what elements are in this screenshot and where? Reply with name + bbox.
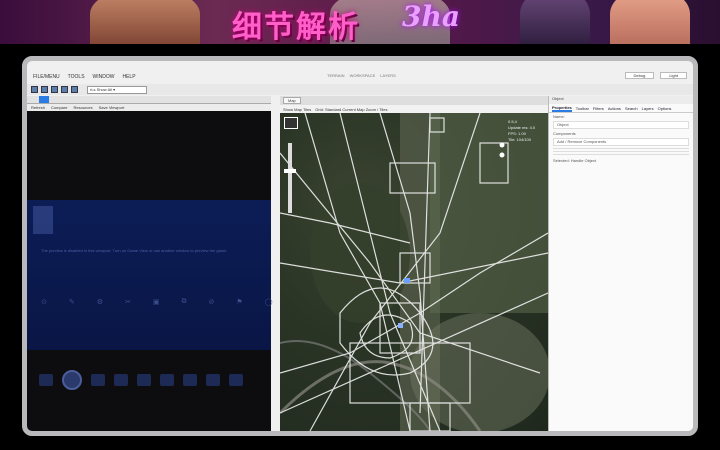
map-panel: Map Show Map Tiles Grid: Standard Curren… xyxy=(280,96,548,431)
tab-filters[interactable]: Filters xyxy=(593,106,604,111)
tab-search[interactable]: Search xyxy=(625,106,638,111)
taskbar-icon[interactable] xyxy=(183,374,197,386)
map-tab[interactable]: Map xyxy=(283,97,301,104)
map-info-readout: 0.5,4 Update ms: 4.0 FPS: 1.00 Tile: 104… xyxy=(508,119,535,143)
menu-tools[interactable]: TOOLS xyxy=(68,74,85,80)
compare-button[interactable]: Compare xyxy=(51,105,67,110)
menu-terrain[interactable]: TERRAIN xyxy=(327,73,345,78)
debug-button[interactable]: Debug xyxy=(624,72,655,79)
menu-workspace[interactable]: WORKSPACE xyxy=(350,73,376,78)
zoom-slider-knob[interactable] xyxy=(284,169,296,173)
viewport-tabbar xyxy=(27,96,271,104)
new-icon[interactable] xyxy=(31,86,38,93)
map-toolbox xyxy=(284,117,302,213)
map-options-bar: Show Map Tiles Grid: Standard Current Ma… xyxy=(280,105,548,113)
light-button[interactable]: Light xyxy=(660,72,687,79)
taskbar-icon[interactable] xyxy=(206,374,220,386)
pencil-icon[interactable]: ✎ xyxy=(69,298,75,306)
banner-title: 细节解析 xyxy=(232,10,360,44)
selected-object-label: Selected: Handle Object xyxy=(553,158,597,163)
character-figure xyxy=(520,0,590,44)
taskbar-icon[interactable] xyxy=(137,374,151,386)
name-label: Name: xyxy=(553,114,565,119)
grid-option[interactable]: Grid: Standard Current Map Zoom / Tiles xyxy=(315,107,387,112)
properties-panel: Object Properties Toolbar Filters Action… xyxy=(548,96,693,431)
resources-button[interactable]: Resources xyxy=(73,105,92,110)
gear-icon[interactable]: ⚙ xyxy=(97,298,103,306)
redo-icon[interactable] xyxy=(71,86,78,93)
editor-window: FILE/MENU TOOLS WINDOW HELP TERRAIN WORK… xyxy=(22,56,698,436)
overlay-icon-row: ⊙ ✎ ⚙ ✂ ▣ ⧉ ⊘ ⚑ ◯ xyxy=(41,298,273,306)
banner-logo-script: 3ha xyxy=(402,0,460,33)
viewport-taskbar xyxy=(27,366,271,394)
undo-icon[interactable] xyxy=(61,86,68,93)
taskbar-icon[interactable] xyxy=(114,374,128,386)
character-figure xyxy=(90,0,200,44)
taskbar-icon[interactable] xyxy=(160,374,174,386)
browser-icon[interactable] xyxy=(62,370,82,390)
menu-bar: FILE/MENU TOOLS WINDOW HELP TERRAIN WORK… xyxy=(27,71,693,83)
taskbar-icon[interactable] xyxy=(229,374,243,386)
taskbar-icon[interactable] xyxy=(39,374,53,386)
add-remove-components-button[interactable]: Add / Remove Components xyxy=(553,138,689,146)
divider xyxy=(553,151,689,152)
name-field[interactable]: Object xyxy=(553,121,689,129)
save-icon[interactable] xyxy=(51,86,58,93)
zoom-slider[interactable] xyxy=(288,143,292,213)
preview-disabled-overlay: The preview is disabled in this viewport… xyxy=(27,200,273,350)
copy-icon[interactable]: ⧉ xyxy=(182,298,187,306)
taskbar-icon[interactable] xyxy=(91,374,105,386)
game-viewport-panel: Refresh Compare Resources Save Viewport … xyxy=(27,96,273,431)
save-viewport-checkbox[interactable]: Save Viewport xyxy=(99,105,125,110)
overlay-message: The preview is disabled in this viewport… xyxy=(41,248,228,253)
menu-help[interactable]: HELP xyxy=(122,74,135,80)
frame-icon[interactable]: ▣ xyxy=(153,298,160,306)
menu-layers[interactable]: LAYERS xyxy=(380,73,396,78)
refresh-button[interactable]: Refresh xyxy=(31,105,45,110)
viewport-tab-active[interactable] xyxy=(39,96,49,103)
open-icon[interactable] xyxy=(41,86,48,93)
info-line: Tile: 104/100 xyxy=(508,137,531,142)
menu-file[interactable]: FILE/MENU xyxy=(33,74,60,80)
toolbar: rLs Show All ▾ xyxy=(27,84,693,95)
properties-tabs: Properties Toolbar Filters Actions Searc… xyxy=(549,104,693,113)
view-select[interactable]: rLs Show All ▾ xyxy=(87,85,147,94)
map-header: Map xyxy=(280,96,548,105)
scissors-icon[interactable]: ✂ xyxy=(125,298,131,306)
circle-icon[interactable]: ◯ xyxy=(265,298,273,306)
tab-layers[interactable]: Layers xyxy=(642,106,654,111)
divider xyxy=(553,154,689,155)
tab-actions[interactable]: Actions xyxy=(608,106,621,111)
show-tiles-checkbox[interactable]: Show Map Tiles xyxy=(283,107,311,112)
tab-toolbar[interactable]: Toolbar xyxy=(576,106,589,111)
overlay-thumbnail xyxy=(33,206,53,234)
block-icon[interactable]: ⊘ xyxy=(209,298,215,306)
flag-icon[interactable]: ⚑ xyxy=(236,298,242,306)
viewport-subbar: Refresh Compare Resources Save Viewport xyxy=(27,104,271,111)
tab-properties[interactable]: Properties xyxy=(552,105,572,112)
components-label: Components xyxy=(553,131,576,136)
target-icon[interactable]: ⊙ xyxy=(41,298,47,306)
divider xyxy=(553,148,689,149)
panel-title: Object xyxy=(549,96,693,104)
video-banner: 细节解析 3ha xyxy=(0,0,720,44)
character-figure xyxy=(610,0,690,44)
menu-window[interactable]: WINDOW xyxy=(93,74,115,80)
map-viewport[interactable]: 0.5,4 Update ms: 4.0 FPS: 1.00 Tile: 104… xyxy=(280,113,548,431)
map-overlay-svg xyxy=(280,113,548,431)
pan-arrows-icon[interactable] xyxy=(284,117,298,129)
tab-options[interactable]: Options xyxy=(658,106,672,111)
